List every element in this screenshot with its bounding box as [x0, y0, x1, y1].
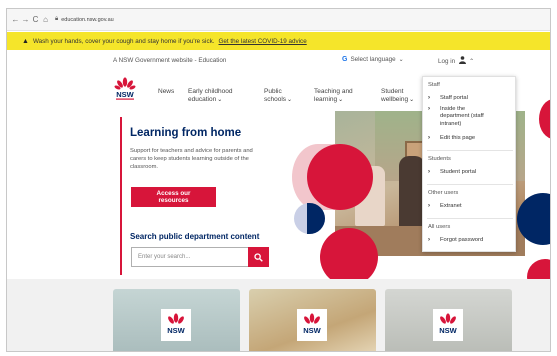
user-icon: [459, 56, 467, 66]
google-translate-icon: G: [342, 56, 348, 63]
nav-student-wellbeing-line2: wellbeing: [381, 96, 409, 103]
nav-news-label: News: [158, 88, 175, 95]
nav-early-childhood-line2: education: [188, 96, 217, 103]
lock-icon: 🔒︎: [55, 16, 59, 22]
reload-icon[interactable]: C: [31, 15, 40, 25]
chevron-right-icon: ›: [428, 106, 430, 112]
menu-students-heading: Students: [428, 156, 451, 162]
chevron-up-icon: ⌃: [469, 58, 475, 65]
menu-divider: [427, 150, 513, 151]
feature-card-2[interactable]: NSW: [249, 289, 376, 351]
browser-toolbar: ← → C ⌂ 🔒︎ education.nsw.gov.au: [7, 9, 550, 31]
decorative-circle-red-bottom: [320, 228, 378, 286]
menu-extranet-label: Extranet: [440, 203, 462, 209]
menu-forgot-password[interactable]: › Forgot password: [428, 237, 514, 244]
inside-dept-line2: department (staff: [440, 113, 484, 120]
menu-divider: [427, 218, 513, 219]
government-website-text: A NSW Government website - Education: [113, 57, 227, 64]
browser-window: ← → C ⌂ 🔒︎ education.nsw.gov.au ▲ Wash y…: [6, 8, 551, 352]
home-icon[interactable]: ⌂: [41, 15, 50, 25]
covid-advice-link[interactable]: Get the latest COVID-19 advice: [219, 38, 307, 45]
featured-cards-section: NSW NSW NSW: [7, 279, 550, 351]
chevron-right-icon: ›: [428, 203, 430, 209]
forward-icon[interactable]: →: [21, 15, 30, 25]
inside-dept-line3: intranet): [440, 120, 462, 127]
menu-other-heading: Other users: [428, 190, 459, 196]
chevron-down-icon: ⌄: [338, 97, 344, 103]
nsw-logo: NSW: [161, 309, 191, 341]
nsw-logo[interactable]: NSW: [114, 76, 136, 102]
warning-icon: ▲: [22, 37, 29, 45]
cta-line1: Access our: [156, 190, 191, 197]
menu-all-users-heading: All users: [428, 224, 451, 230]
language-label: Select language: [350, 56, 396, 63]
login-label: Log in: [438, 57, 456, 65]
url-text: education.nsw.gov.au: [61, 16, 114, 23]
address-bar[interactable]: 🔒︎ education.nsw.gov.au: [55, 16, 114, 23]
menu-student-portal-label: Student portal: [440, 169, 477, 175]
menu-forgot-password-label: Forgot password: [440, 237, 484, 243]
menu-inside-department[interactable]: › Inside the department (staff intranet): [428, 106, 514, 128]
nav-teaching-learning[interactable]: Teaching and learning⌄: [314, 88, 353, 104]
menu-edit-page-label: Edit this page: [440, 135, 476, 141]
banner-message: Wash your hands, cover your cough and st…: [32, 37, 215, 45]
nav-public-schools[interactable]: Public schools⌄: [264, 88, 292, 104]
search-heading: Search public department content: [130, 232, 260, 241]
menu-divider: [427, 184, 513, 185]
nsw-logo: NSW: [433, 309, 463, 341]
inside-dept-line1: Inside the: [440, 106, 466, 112]
search-input[interactable]: Enter your search...: [131, 247, 249, 267]
chevron-down-icon: ⌄: [217, 97, 223, 103]
decorative-circle-red: [307, 144, 373, 210]
chevron-right-icon: ›: [428, 135, 430, 141]
menu-staff-portal[interactable]: › Staff portal: [428, 95, 514, 102]
cta-line2: resources: [158, 197, 189, 204]
utility-bar: A NSW Government website - Education G S…: [7, 53, 550, 67]
feature-card-3[interactable]: NSW: [385, 289, 512, 351]
nsw-logo: NSW: [297, 309, 327, 341]
menu-inside-department-label: Inside the department (staff intranet): [440, 106, 484, 128]
search-icon: [254, 252, 263, 262]
nav-teaching-learning-line2: learning: [314, 96, 338, 103]
nav-news[interactable]: News: [158, 88, 174, 96]
back-icon[interactable]: ←: [11, 15, 20, 25]
menu-student-portal[interactable]: › Student portal: [428, 169, 514, 176]
nav-early-childhood[interactable]: Early childhood education⌄: [188, 88, 232, 104]
nav-student-wellbeing[interactable]: Student wellbeing⌄: [381, 88, 414, 104]
menu-extranet[interactable]: › Extranet: [428, 203, 514, 210]
access-resources-button[interactable]: Access our resources: [131, 187, 216, 207]
chevron-right-icon: ›: [428, 237, 430, 243]
hero-description: Support for teachers and advice for pare…: [130, 148, 253, 170]
nav-early-childhood-line1: Early childhood: [188, 88, 233, 95]
login-dropdown-menu: Staff › Staff portal › Inside the depart…: [422, 76, 516, 252]
chevron-down-icon: ⌄: [398, 57, 404, 63]
svg-text:NSW: NSW: [439, 326, 457, 335]
menu-edit-page[interactable]: › Edit this page: [428, 135, 514, 142]
nav-teaching-learning-line1: Teaching and: [314, 88, 353, 95]
nav-student-wellbeing-line1: Student: [381, 88, 404, 95]
chevron-down-icon: ⌄: [409, 97, 415, 103]
chevron-down-icon: ⌄: [287, 97, 293, 103]
nav-public-schools-line1: Public: [264, 88, 282, 95]
svg-text:NSW: NSW: [167, 326, 185, 335]
search-button[interactable]: [248, 247, 269, 267]
nav-public-schools-line2: schools: [264, 96, 287, 103]
menu-staff-heading: Staff: [428, 82, 440, 88]
hero-accent-line: [120, 117, 122, 275]
covid-banner: ▲ Wash your hands, cover your cough and …: [7, 32, 550, 50]
chevron-right-icon: ›: [428, 95, 430, 101]
svg-text:NSW: NSW: [116, 90, 134, 99]
chevron-right-icon: ›: [428, 169, 430, 175]
hero-title: Learning from home: [130, 127, 242, 139]
language-selector[interactable]: G Select language ⌄: [342, 56, 404, 63]
login-button[interactable]: Log in ⌃: [438, 56, 474, 66]
feature-card-1[interactable]: NSW: [113, 289, 240, 351]
menu-staff-portal-label: Staff portal: [440, 95, 468, 101]
svg-text:NSW: NSW: [303, 326, 321, 335]
